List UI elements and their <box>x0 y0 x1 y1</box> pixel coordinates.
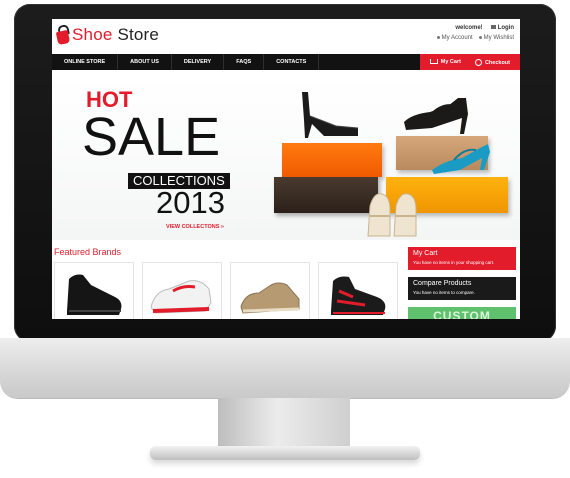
product-card-2[interactable] <box>142 262 222 319</box>
product-card-3[interactable] <box>230 262 310 319</box>
checkout-icon <box>474 58 482 66</box>
compare-title: Compare Products <box>413 280 472 287</box>
cart-area: My Cart Checkout <box>419 54 520 70</box>
monitor-stand <box>218 398 350 450</box>
checkout-link[interactable]: Checkout <box>474 58 510 66</box>
nav-online-store[interactable]: ONLINE STORE <box>52 54 119 70</box>
product-card-1[interactable] <box>54 262 134 319</box>
nav-contacts[interactable]: CONTACTS <box>264 54 320 70</box>
beige-sandals-image <box>367 193 417 237</box>
product-card-4[interactable] <box>318 262 398 319</box>
cart-icon <box>429 59 438 65</box>
monitor-base <box>150 446 420 460</box>
featured-brands-title: Featured Brands <box>54 247 122 257</box>
nav-delivery[interactable]: DELIVERY <box>172 54 225 70</box>
my-cart-widget: My Cart You have no items in your shoppi… <box>408 247 516 270</box>
view-collections-link[interactable]: VIEW COLLECTONS » <box>166 224 224 230</box>
monitor-chin <box>0 338 570 398</box>
shoe-box-dark <box>274 177 378 213</box>
tan-sneaker-image <box>240 282 300 314</box>
website-screen: Shoe Store welcome! Login My Account My … <box>52 19 520 319</box>
compare-empty-text: You have no items to compare. <box>413 290 475 295</box>
banner-sale: SALE <box>82 107 221 167</box>
red-running-shoe-image <box>150 280 212 314</box>
teal-heel-image <box>432 144 490 174</box>
logo-text: Shoe Store <box>72 25 160 44</box>
black-sneaker-image <box>67 274 122 315</box>
my-cart-empty-text: You have no items in your shopping cart. <box>413 260 495 265</box>
banner-year: 2013 <box>156 185 225 220</box>
header-account: welcome! Login My Account My Wishlist <box>436 25 514 41</box>
nav-about-us[interactable]: ABOUT US <box>118 54 172 70</box>
my-account-link[interactable]: My Account <box>436 35 473 41</box>
main-navigation: ONLINE STORE ABOUT US DELIVERY FAQS CONT… <box>52 54 520 70</box>
hero-banner[interactable]: HOT SALE COLLECTIONS 2013 VIEW COLLECTON… <box>52 76 520 240</box>
black-red-high-top-image <box>331 276 386 315</box>
site-logo[interactable]: Shoe Store <box>55 22 160 48</box>
my-wishlist-link[interactable]: My Wishlist <box>478 35 514 41</box>
my-cart-link[interactable]: My Cart <box>429 59 461 65</box>
lock-icon <box>490 25 496 30</box>
shopping-bag-logo-icon <box>55 23 71 46</box>
compare-widget: Compare Products You have no items to co… <box>408 277 516 300</box>
shoe-box-orange <box>282 143 382 177</box>
welcome-text: welcome! <box>455 25 483 31</box>
strap-heel-image <box>404 98 468 134</box>
nav-faqs[interactable]: FAQS <box>224 54 265 70</box>
black-heel-image <box>302 92 359 138</box>
my-cart-title: My Cart <box>413 250 438 257</box>
login-link[interactable]: Login <box>490 25 514 31</box>
custom-promo-banner[interactable]: CUSTOM <box>408 307 516 319</box>
